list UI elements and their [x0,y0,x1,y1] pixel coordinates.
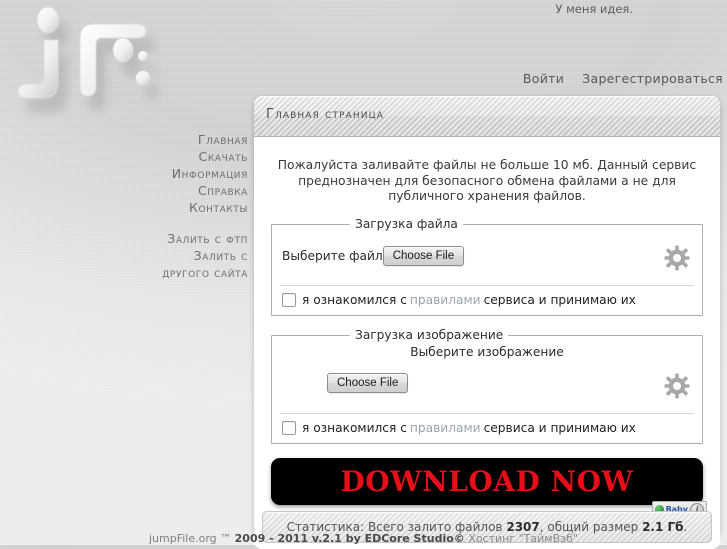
sidebar-item-upload-site-line1[interactable]: Залить с [0,247,248,264]
sidebar-item-glavnaya[interactable]: Главная [0,131,248,148]
file-agree-text-post: сервиса и принимаю их [483,293,636,308]
sidebar-item-spravka[interactable]: Справка [0,182,248,199]
file-rules-link[interactable]: правилами [410,293,481,307]
image-rules-link[interactable]: правилами [410,421,481,435]
file-agree-row: я ознакомился с правилами сервиса и прин… [272,286,702,315]
register-link[interactable]: Зарегестрироваться [582,71,723,86]
sidebar-item-upload-ftp[interactable]: Залить с фтп [0,230,248,247]
image-choose-button[interactable]: Choose File [327,373,409,394]
file-upload-legend: Загрузка файла [355,217,458,232]
file-agree-checkbox[interactable] [282,293,296,308]
sidebar-item-upload-site-line2[interactable]: другого сайта [0,264,248,281]
image-agree-text-pre: я ознакомился с [302,421,407,436]
panel-header: Главная страница [254,96,720,137]
footer-brand: jumpFile.org ™ [148,532,232,545]
file-agree-text-pre: я ознакомился с [302,293,407,308]
gear-icon [664,373,690,399]
sidebar-item-informaciya[interactable]: Информация [0,165,248,182]
panel-body: Пожалуйста заливайте файлы не больше 10 … [254,149,720,549]
main-panel: Главная страница Пожалуйста заливайте фа… [254,96,720,549]
logo-icon [17,6,150,99]
file-choose-button[interactable]: Choose File [382,246,465,267]
image-upload-row: Choose File [272,359,702,413]
sidebar-item-kontakty[interactable]: Контакты [0,199,248,216]
sidebar-divider [0,216,248,230]
login-link[interactable]: Войти [523,71,564,86]
footer: jumpFile.org ™ 2009 - 2011 v.2.1 by EDCo… [0,532,727,545]
site-slogan: У меня идея. [555,2,633,16]
page-title: Главная страница [266,107,384,122]
image-upload-legend: Загрузка изображение [355,328,504,343]
image-agree-checkbox[interactable] [282,421,296,436]
footer-hosting[interactable]: Хостинг "ТаймВэб" [468,532,578,545]
image-upload-caption: Выберите изображение [410,345,564,360]
image-upload-fieldset: Загрузка изображение Выберите изображени… [271,328,703,445]
gear-icon [664,245,690,271]
site-logo[interactable] [10,4,185,134]
download-now-button[interactable]: DOWNLOAD NOW [271,458,703,506]
file-upload-row: Выберите файл Choose File [272,231,702,285]
image-agree-text-post: сервиса и принимаю их [483,421,636,436]
download-now-label: DOWNLOAD NOW [340,465,634,499]
file-upload-fieldset: Загрузка файла Выберите файл Choose File [271,217,703,317]
sidebar-item-skachat[interactable]: Скачать [0,148,248,165]
image-agree-row: я ознакомился с правилами сервиса и прин… [272,414,702,443]
download-banner-wrapper: DOWNLOAD NOW Baby i [271,458,707,519]
footer-years: 2009 - 2011 v.2.1 by EDCore Studio© [234,532,465,545]
top-navigation: Войти Зарегестрироваться [509,71,723,86]
intro-text: Пожалуйста заливайте файлы не больше 10 … [277,158,697,204]
file-upload-label: Выберите файл [282,249,383,264]
sidebar-menu: Главная Скачать Информация Справка Конта… [0,131,250,281]
